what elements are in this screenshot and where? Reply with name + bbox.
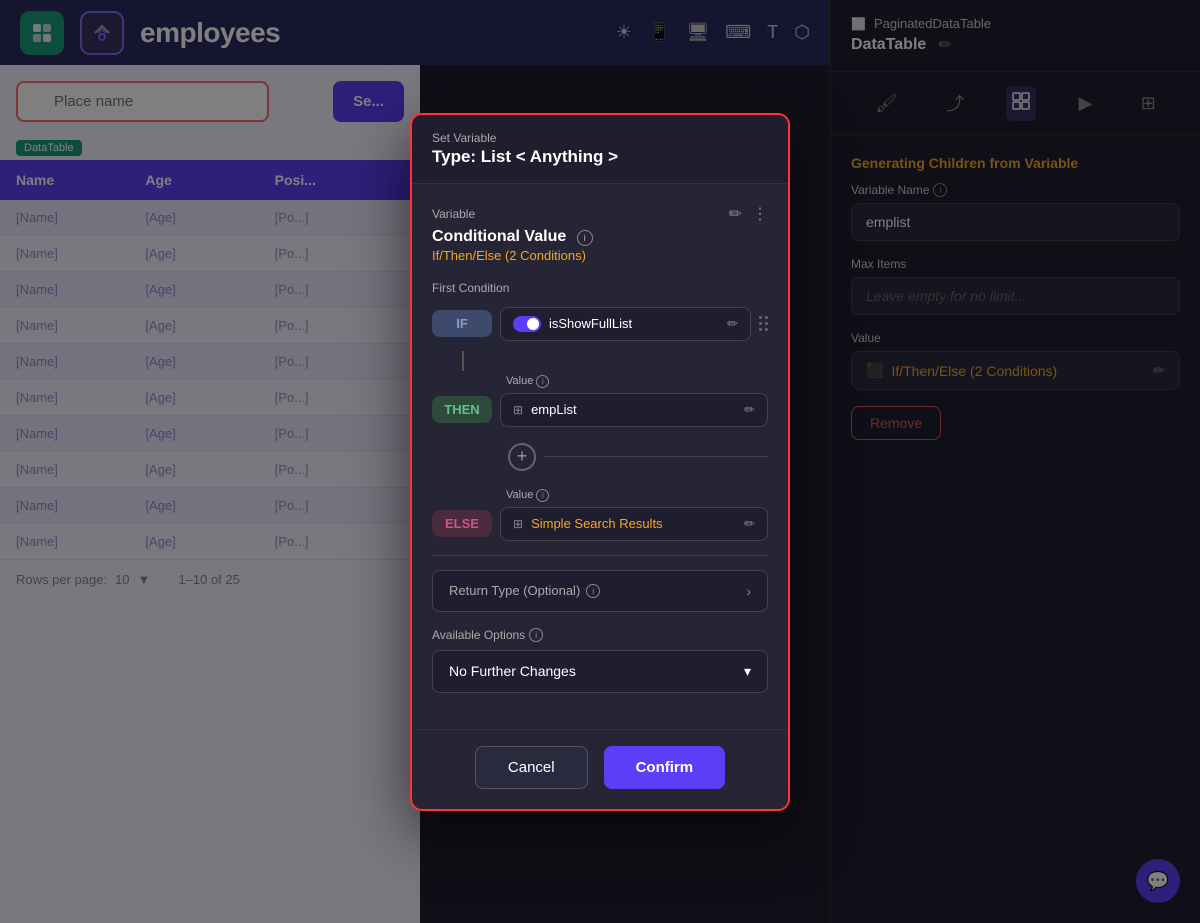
info-icon-options: i <box>529 628 543 642</box>
then-edit-icon[interactable]: ✏ <box>744 402 755 418</box>
drag-handle[interactable] <box>759 316 768 331</box>
else-badge: ELSE <box>432 510 492 537</box>
variable-section-label: Variable <box>432 207 475 221</box>
table-icon-then: ⊞ <box>513 403 523 417</box>
modal: Set Variable Type: List < Anything > Var… <box>410 113 790 811</box>
cancel-button[interactable]: Cancel <box>475 746 588 789</box>
then-row: THEN ⊞ empList ✏ <box>432 393 768 427</box>
if-value-box[interactable]: isShowFullList ✏ <box>500 307 751 341</box>
variable-edit-icon[interactable]: ✏ <box>729 204 742 224</box>
return-type-row[interactable]: Return Type (Optional) i › <box>432 570 768 612</box>
info-icon-modal: i <box>577 230 593 246</box>
connector-if-then <box>462 351 464 371</box>
divider <box>432 555 768 556</box>
else-value-box[interactable]: ⊞ Simple Search Results ✏ <box>500 507 768 541</box>
return-type-label: Return Type (Optional) i <box>449 583 600 598</box>
if-edit-icon[interactable]: ✏ <box>727 316 738 332</box>
variable-actions: ✏ ⋮ <box>729 204 768 224</box>
modal-body: Variable ✏ ⋮ Conditional Value i If/Then… <box>412 184 788 729</box>
dropdown-chevron-icon: ▾ <box>744 663 751 680</box>
then-value-label: Value i <box>506 375 549 387</box>
else-value-label: Value i <box>506 489 549 501</box>
table-icon-else: ⊞ <box>513 517 523 531</box>
modal-type-value: Type: List < Anything > <box>432 147 768 167</box>
else-edit-icon[interactable]: ✏ <box>744 516 755 532</box>
if-value-text: isShowFullList <box>549 316 719 331</box>
confirm-button[interactable]: Confirm <box>604 746 726 789</box>
modal-overlay: Set Variable Type: List < Anything > Var… <box>0 0 1200 923</box>
variable-header: Variable ✏ ⋮ <box>432 204 768 224</box>
dropdown-value: No Further Changes <box>449 663 576 679</box>
modal-header: Set Variable Type: List < Anything > <box>412 115 788 184</box>
info-icon-return: i <box>586 584 600 598</box>
variable-name-display: Conditional Value i <box>432 228 768 246</box>
available-options-label: Available Options i <box>432 628 768 642</box>
available-options-dropdown[interactable]: No Further Changes ▾ <box>432 650 768 693</box>
toggle-dot <box>527 318 539 330</box>
if-badge: IF <box>432 310 492 337</box>
variable-subtitle: If/Then/Else (2 Conditions) <box>432 248 768 263</box>
chevron-right-icon: › <box>746 583 751 599</box>
toggle-icon[interactable] <box>513 316 541 332</box>
else-value-text: Simple Search Results <box>531 516 736 531</box>
variable-more-icon[interactable]: ⋮ <box>752 204 768 224</box>
modal-type-label: Set Variable <box>432 131 768 145</box>
then-badge: THEN <box>432 396 492 423</box>
else-row: ELSE ⊞ Simple Search Results ✏ <box>432 507 768 541</box>
then-value-text: empList <box>531 402 736 417</box>
available-options-section: Available Options i No Further Changes ▾ <box>432 628 768 693</box>
modal-footer: Cancel Confirm <box>412 729 788 809</box>
condition-section-label: First Condition <box>432 281 768 295</box>
add-condition-button[interactable]: + <box>508 443 536 471</box>
if-row: IF isShowFullList ✏ <box>432 307 768 341</box>
then-value-box[interactable]: ⊞ empList ✏ <box>500 393 768 427</box>
